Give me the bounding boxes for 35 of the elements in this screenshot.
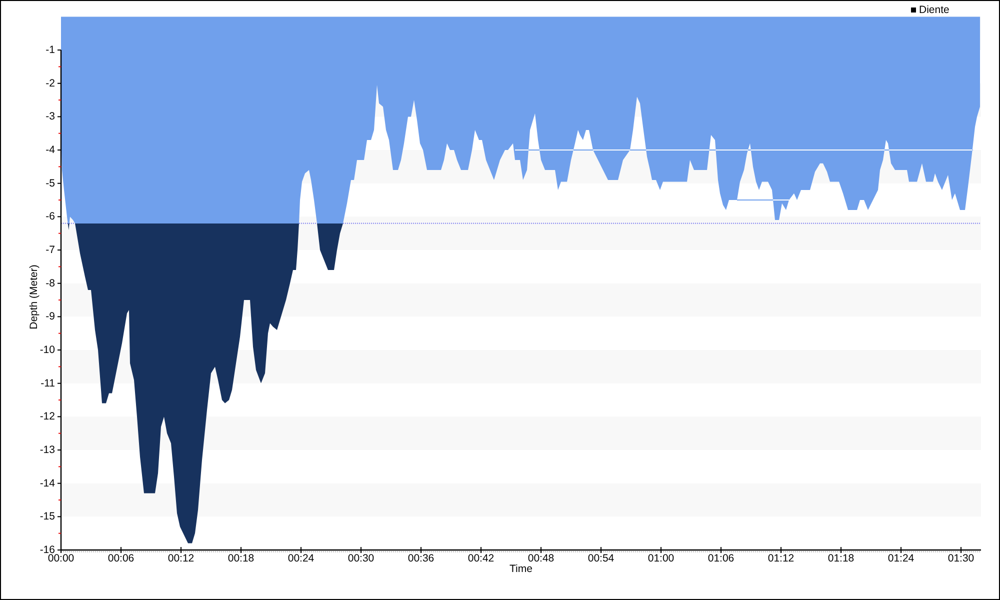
y-tick-label: -6 (46, 210, 55, 223)
y-tick-label: -3 (46, 110, 55, 123)
x-tick-label: 00:12 (168, 552, 194, 564)
x-tick-label: 01:18 (828, 552, 854, 564)
x-tick-label: 01:06 (708, 552, 734, 564)
y-tick-label: -8 (46, 277, 55, 290)
x-tick-label: 00:54 (588, 552, 614, 564)
x-tick-label: 00:06 (108, 552, 134, 564)
y-tick-label: -1 (46, 44, 55, 56)
x-axis-title: Time (510, 563, 532, 575)
x-tick-label: 01:00 (648, 552, 674, 564)
y-tick-label: -2 (46, 77, 55, 90)
legend-label: Diente (919, 4, 950, 16)
x-tick-label: 00:00 (48, 552, 74, 564)
x-tick-label: 01:30 (948, 552, 974, 564)
y-tick-label: -15 (40, 510, 55, 523)
x-tick-label: 00:30 (348, 552, 374, 564)
legend-swatch-icon (911, 8, 916, 12)
y-tick-label: -14 (40, 477, 55, 490)
y-axis-title: Depth (Meter) (28, 264, 40, 330)
y-tick-label: -12 (40, 410, 55, 423)
x-tick-label: 01:24 (888, 552, 914, 564)
y-tick-label: -9 (46, 310, 55, 323)
y-tick-label: -5 (46, 177, 55, 190)
x-tick-label: 00:24 (288, 552, 314, 564)
y-tick-label: -7 (46, 244, 55, 256)
x-tick-label: 01:12 (768, 552, 794, 564)
x-tick-label: 00:18 (228, 552, 254, 564)
y-tick-label: -10 (40, 344, 55, 356)
x-tick-label: 00:42 (468, 552, 494, 564)
x-tick-label: 00:48 (528, 552, 554, 564)
y-tick-label: -4 (46, 144, 55, 156)
y-tick-label: -13 (40, 444, 55, 456)
x-tick-label: 00:36 (408, 552, 434, 564)
y-tick-label: -11 (40, 377, 55, 390)
